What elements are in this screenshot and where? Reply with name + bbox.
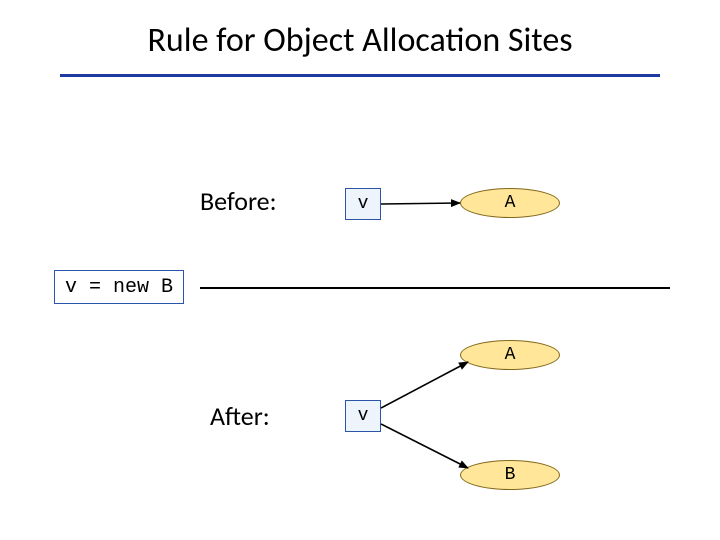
label-after: After: [210,400,270,432]
slide: Rule for Object Allocation Sites Before:… [0,0,720,540]
var-box-before-text: v [358,194,369,214]
object-a-after: A [460,340,560,370]
title-underline [60,74,660,77]
var-box-after: v [345,400,381,432]
arrow-after-v-a [381,362,468,408]
page-title: Rule for Object Allocation Sites [0,20,720,61]
code-statement-text: v = new B [65,276,173,299]
section-divider [200,287,670,289]
var-box-after-text: v [358,406,369,426]
object-a-before-text: A [505,193,516,213]
label-before: Before: [200,185,277,217]
object-a-before: A [460,188,560,218]
arrow-before-v-a [381,203,460,204]
code-statement: v = new B [54,270,184,304]
object-b-after-text: B [505,465,516,485]
arrow-after-v-b [381,424,468,468]
var-box-before: v [345,188,381,220]
object-b-after: B [460,460,560,490]
object-a-after-text: A [505,345,516,365]
